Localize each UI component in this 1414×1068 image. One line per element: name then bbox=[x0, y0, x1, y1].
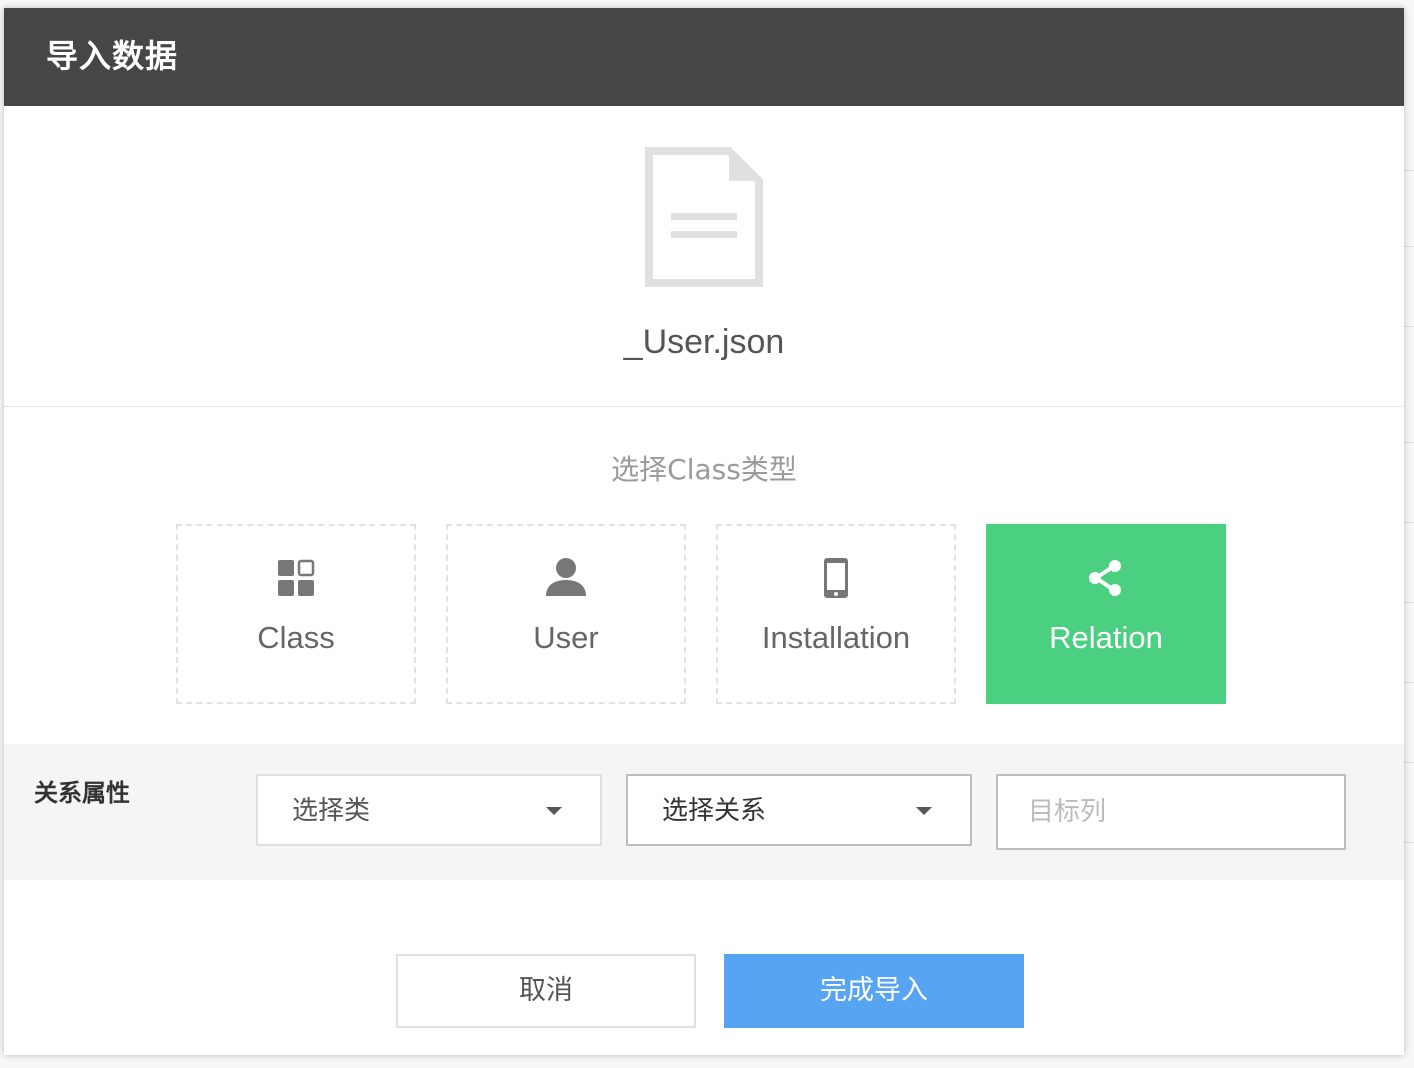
grid-icon bbox=[278, 559, 315, 596]
cancel-button[interactable]: 取消 bbox=[396, 954, 696, 1028]
file-name: _User.json bbox=[623, 323, 785, 361]
class-type-option-class[interactable]: Class bbox=[176, 524, 416, 704]
select-relation-value: 选择关系 bbox=[662, 796, 767, 826]
class-type-option-installation[interactable]: Installation bbox=[716, 524, 956, 704]
class-type-option-relation[interactable]: Relation bbox=[986, 524, 1226, 704]
class-type-label: Class bbox=[257, 620, 335, 655]
class-type-label: User bbox=[533, 620, 599, 655]
class-type-heading: 选择Class类型 bbox=[611, 453, 797, 486]
target-column-input[interactable] bbox=[996, 774, 1346, 850]
dialog-title: 导入数据 bbox=[46, 37, 179, 75]
mobile-icon bbox=[824, 558, 848, 598]
document-icon bbox=[645, 147, 763, 287]
select-relation-dropdown[interactable]: 选择关系 bbox=[626, 774, 972, 846]
class-type-label: Installation bbox=[761, 620, 911, 655]
dialog-header: 导入数据 bbox=[4, 8, 1404, 106]
relation-properties-label: 关系属性 bbox=[34, 779, 130, 807]
chevron-down-icon bbox=[546, 807, 562, 815]
user-icon bbox=[546, 558, 586, 596]
relation-properties-row: 关系属性 选择类 选择关系 bbox=[4, 744, 1404, 880]
class-type-label: Relation bbox=[1049, 620, 1163, 655]
import-data-dialog: 导入数据 _User.json 选择Class类型 Class User Ins… bbox=[4, 8, 1404, 1055]
select-class-dropdown[interactable]: 选择类 bbox=[256, 774, 602, 846]
class-type-option-user[interactable]: User bbox=[446, 524, 686, 704]
complete-import-button[interactable]: 完成导入 bbox=[724, 954, 1024, 1028]
share-icon bbox=[1089, 560, 1121, 596]
select-class-value: 选择类 bbox=[292, 796, 371, 826]
section-divider bbox=[4, 406, 1404, 407]
chevron-down-icon bbox=[916, 807, 932, 815]
